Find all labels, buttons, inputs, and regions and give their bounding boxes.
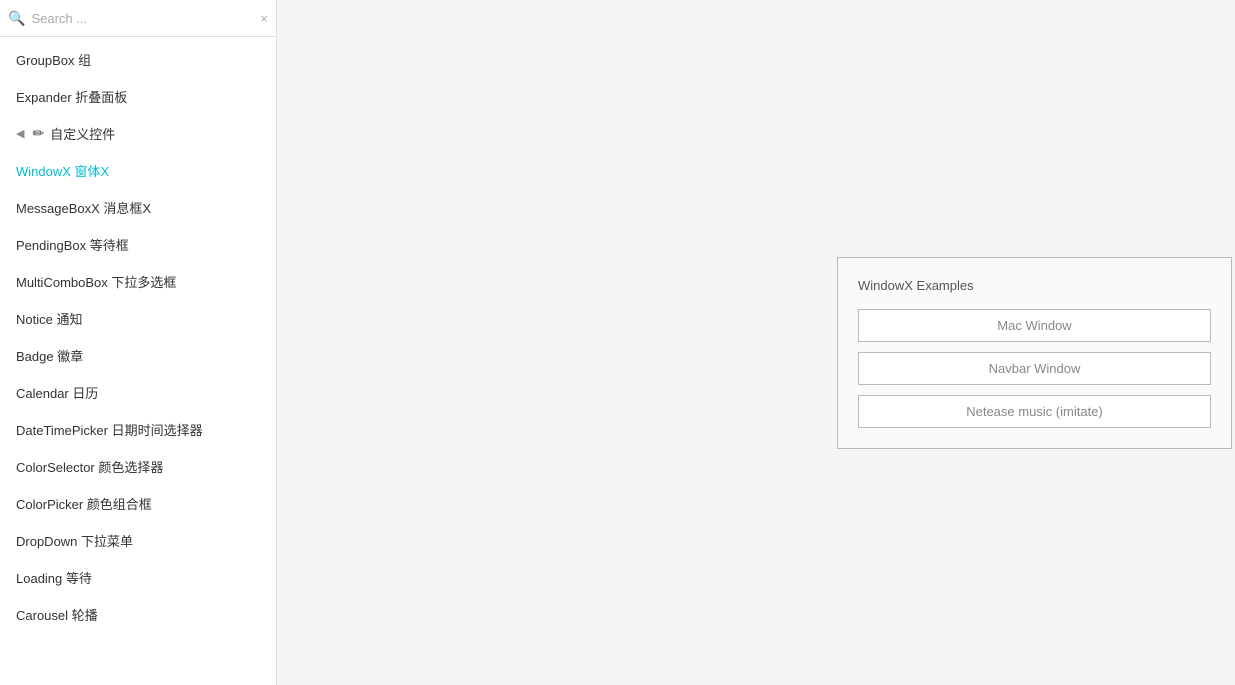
sidebar-item-label: ColorPicker 颜色组合框 (16, 494, 152, 513)
sidebar-item-label: MessageBoxX 消息框X (16, 198, 151, 217)
main-content: WindowX Examples Mac Window Navbar Window… (277, 0, 1235, 685)
sidebar-item-expander[interactable]: Expander 折叠面板 (0, 78, 276, 115)
sidebar-item-custom-controls[interactable]: ◀ ✏ 自定义控件 (0, 115, 276, 152)
sidebar-item-label: DateTimePicker 日期时间选择器 (16, 420, 203, 439)
pencil-icon: ✏ (32, 125, 44, 142)
sidebar-item-dropdown[interactable]: DropDown 下拉菜单 (0, 522, 276, 559)
arrow-icon: ◀ (16, 127, 24, 140)
windowx-examples-box: WindowX Examples Mac Window Navbar Window… (837, 257, 1232, 449)
sidebar-item-label: DropDown 下拉菜单 (16, 531, 133, 550)
search-input[interactable] (31, 11, 254, 26)
mac-window-button[interactable]: Mac Window (858, 309, 1211, 342)
sidebar-item-colorpicker[interactable]: ColorPicker 颜色组合框 (0, 485, 276, 522)
navbar-window-button[interactable]: Navbar Window (858, 352, 1211, 385)
sidebar-item-label: ColorSelector 颜色选择器 (16, 457, 163, 476)
sidebar-item-label: GroupBox 组 (16, 50, 91, 69)
sidebar-item-label: MultiComboBox 下拉多选框 (16, 272, 176, 291)
sidebar-item-colorselector[interactable]: ColorSelector 颜色选择器 (0, 448, 276, 485)
sidebar-item-datetimepicker[interactable]: DateTimePicker 日期时间选择器 (0, 411, 276, 448)
windowx-examples-title: WindowX Examples (858, 278, 1211, 293)
sidebar-list: GroupBox 组 Expander 折叠面板 ◀ ✏ 自定义控件 WindowX 窗体… (0, 37, 276, 685)
sidebar-item-groupbox[interactable]: GroupBox 组 (0, 41, 276, 78)
sidebar-item-messageboxX[interactable]: MessageBoxX 消息框X (0, 189, 276, 226)
windowx-buttons-container: Mac Window Navbar Window Netease music (im… (858, 309, 1211, 428)
sidebar-item-label: Calendar 日历 (16, 383, 98, 402)
sidebar-item-label: Carousel 轮播 (16, 605, 98, 624)
sidebar-item-carousel[interactable]: Carousel 轮播 (0, 596, 276, 633)
sidebar-item-notice[interactable]: Notice 通知 (0, 300, 276, 337)
search-bar: 🔍 × (0, 0, 276, 37)
sidebar-item-label: PendingBox 等待框 (16, 235, 129, 254)
sidebar-item-loading[interactable]: Loading 等待 (0, 559, 276, 596)
sidebar-item-windowx[interactable]: WindowX 窗体X (0, 152, 276, 189)
sidebar-item-label: Loading 等待 (16, 568, 92, 587)
netease-music-button[interactable]: Netease music (imitate) (858, 395, 1211, 428)
sidebar-item-multicombobox[interactable]: MultiComboBox 下拉多选框 (0, 263, 276, 300)
sidebar-item-badge[interactable]: Badge 徽章 (0, 337, 276, 374)
sidebar-item-label: Expander 折叠面板 (16, 87, 127, 106)
sidebar-item-calendar[interactable]: Calendar 日历 (0, 374, 276, 411)
search-clear-button[interactable]: × (260, 12, 268, 25)
sidebar-item-label: Badge 徽章 (16, 346, 83, 365)
sidebar-item-pendingbox[interactable]: PendingBox 等待框 (0, 226, 276, 263)
sidebar-item-label: Notice 通知 (16, 309, 82, 328)
search-icon: 🔍 (8, 10, 25, 27)
sidebar: 🔍 × GroupBox 组 Expander 折叠面板 ◀ ✏ 自定义控件 Window… (0, 0, 277, 685)
sidebar-item-label: WindowX 窗体X (16, 161, 109, 180)
sidebar-item-label: 自定义控件 (50, 124, 115, 143)
